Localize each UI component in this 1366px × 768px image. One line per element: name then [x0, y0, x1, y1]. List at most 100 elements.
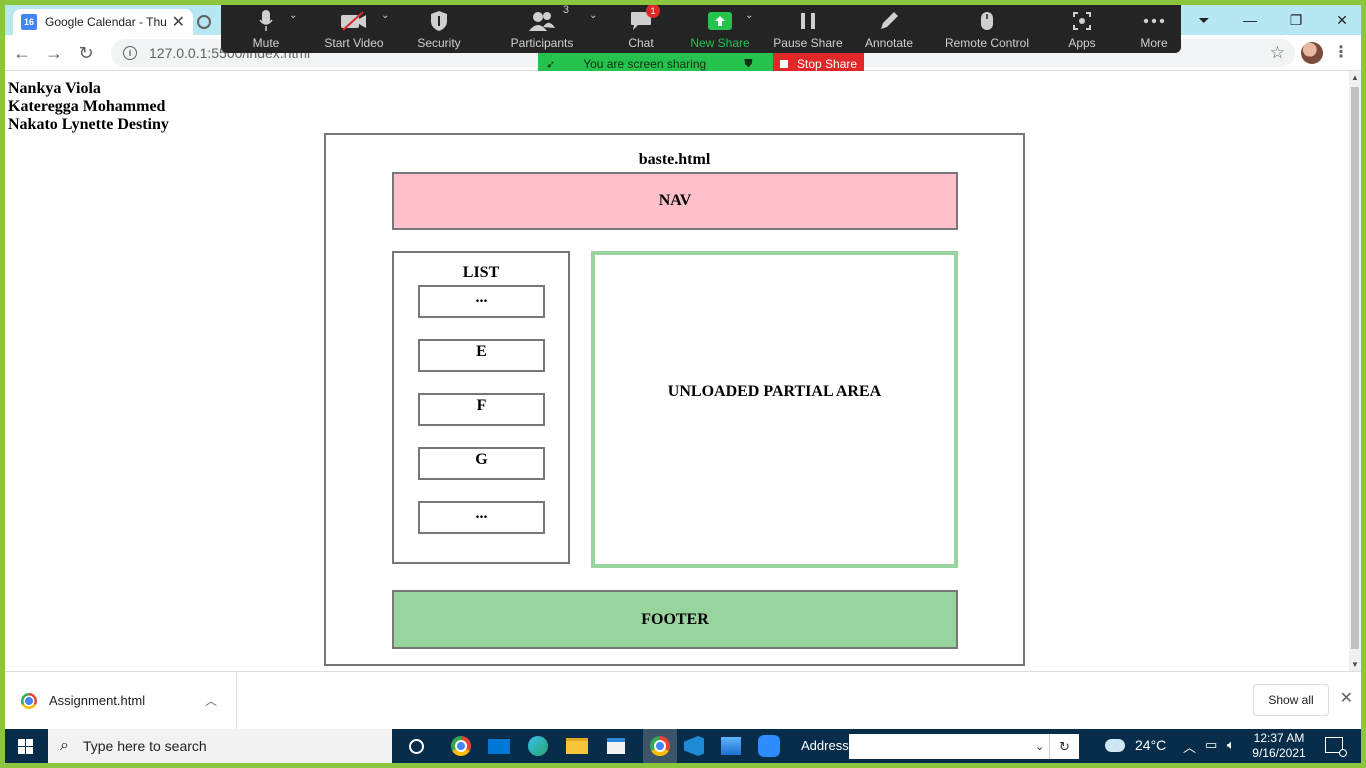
zoom-more-label: More	[1140, 36, 1168, 50]
zoom-mute-button[interactable]: Mute	[241, 5, 291, 53]
battery-icon[interactable]: ▭	[1205, 737, 1217, 753]
zoom-remote-control-button[interactable]: Remote Control	[937, 5, 1037, 53]
chevron-down-icon[interactable]: ⌄	[589, 10, 597, 21]
profile-dropdown-icon[interactable]: ⏷	[1181, 5, 1227, 35]
list-item: G	[418, 447, 545, 480]
taskbar-search-box[interactable]: ⌕ Type here to search	[48, 729, 392, 763]
zoom-apps-button[interactable]: Apps	[1057, 5, 1107, 53]
participants-count: 3	[562, 5, 569, 16]
info-icon[interactable]: i	[123, 46, 137, 60]
pencil-icon	[879, 10, 899, 32]
screen-sharing-text: You are screen sharing	[583, 57, 707, 71]
chrome-icon[interactable]	[449, 734, 473, 758]
student-name: Nankya Viola	[8, 80, 101, 97]
zoom-chat-button[interactable]: 1 Chat	[621, 5, 661, 53]
file-explorer-icon[interactable]	[565, 734, 589, 758]
zoom-remote-control-label: Remote Control	[944, 36, 1030, 50]
zoom-app-icon[interactable]	[757, 734, 781, 758]
video-off-icon	[340, 10, 368, 32]
edge-icon[interactable]	[526, 734, 550, 758]
chevron-down-icon[interactable]: ⌄	[381, 10, 389, 21]
zoom-share-toolbar: Mute ⌄ Start Video ⌄ Security 3 Particip…	[221, 5, 1181, 53]
clock-time: 12:37 AM	[1253, 731, 1305, 745]
list-box: LIST ... E F G ...	[392, 251, 570, 564]
stop-square-icon	[780, 60, 788, 68]
chevron-down-icon[interactable]: ⌄	[289, 10, 297, 21]
search-placeholder: Type here to search	[82, 738, 207, 754]
zoom-more-button[interactable]: More	[1129, 5, 1179, 53]
layout-diagram: baste.html NAV LIST ... E F G ... UNLOAD…	[324, 133, 1025, 666]
list-item: ...	[418, 285, 545, 318]
store-icon[interactable]	[604, 734, 628, 758]
bookmark-star-icon[interactable]: ☆	[1270, 43, 1285, 63]
list-item: E	[418, 339, 545, 372]
list-title: LIST	[462, 264, 500, 281]
close-icon[interactable]: ✕	[1340, 688, 1353, 708]
avatar[interactable]	[1301, 42, 1323, 64]
chevron-down-icon[interactable]: ⌄	[745, 10, 753, 21]
tab-close-icon[interactable]: ✕	[172, 12, 185, 32]
notification-icon[interactable]	[1325, 737, 1347, 757]
show-all-button[interactable]: Show all	[1253, 684, 1329, 716]
list-item: F	[418, 393, 545, 426]
close-window-button[interactable]: ✕	[1319, 5, 1361, 35]
zoom-participants-button[interactable]: 3 Participants	[507, 5, 577, 53]
chevron-down-icon[interactable]: ⌄	[1035, 740, 1044, 753]
windows-logo-icon	[17, 738, 33, 754]
download-filename: Assignment.html	[49, 693, 146, 708]
zoom-security-label: Security	[417, 36, 461, 50]
mail-icon[interactable]	[487, 734, 511, 758]
share-arrow-icon	[708, 10, 732, 32]
scroll-down-icon[interactable]: ▼	[1351, 660, 1359, 669]
list-item: ...	[418, 501, 545, 534]
zoom-start-video-button[interactable]: Start Video	[319, 5, 389, 53]
diagram-title: baste.html	[638, 151, 711, 168]
weather-widget[interactable]: 24°C	[1105, 737, 1166, 753]
page-scrollbar[interactable]: ▲ ▼	[1349, 71, 1361, 671]
scroll-up-icon[interactable]: ▲	[1351, 73, 1359, 82]
cloud-icon	[1105, 738, 1125, 752]
chevron-up-icon[interactable]: ︿	[1183, 737, 1196, 756]
student-names: Nankya Viola Kateregga Mohammed Nakato L…	[8, 80, 169, 134]
footer-box: FOOTER	[392, 590, 958, 649]
forward-arrow-icon[interactable]: →	[41, 41, 67, 65]
chrome-active-icon[interactable]	[643, 729, 677, 763]
windows-taskbar: ⌕ Type here to search Address ⌄ ↻ 24°C ︿…	[5, 729, 1361, 763]
zoom-mute-label: Mute	[252, 36, 280, 50]
desktop-screen: 16 Google Calendar - Thu ✕ ⏷ — ❐ ✕ ← → ↻…	[5, 5, 1361, 763]
tab-google-calendar[interactable]: 16 Google Calendar - Thu ✕	[13, 9, 193, 35]
cortana-icon[interactable]	[404, 734, 428, 758]
chat-icon: 1	[630, 5, 660, 32]
back-arrow-icon[interactable]: ←	[9, 41, 35, 65]
globe-icon	[197, 15, 211, 29]
search-icon: ⌕	[60, 737, 69, 754]
zoom-pause-share-button[interactable]: Pause Share	[773, 5, 843, 53]
scrollbar-thumb[interactable]	[1351, 87, 1359, 649]
stop-share-label: Stop Share	[797, 57, 858, 71]
chevron-up-icon[interactable]: ︿	[205, 692, 217, 709]
minimize-button[interactable]: —	[1227, 5, 1273, 35]
temperature: 24°C	[1135, 737, 1167, 753]
clock-date: 9/16/2021	[1252, 746, 1306, 760]
zoom-apps-label: Apps	[1068, 36, 1096, 50]
refresh-icon[interactable]: ↻	[1049, 734, 1079, 759]
restore-button[interactable]: ❐	[1273, 5, 1319, 35]
volume-icon[interactable]: 🔈︎	[1227, 737, 1235, 753]
zoom-annotate-button[interactable]: Annotate	[857, 5, 921, 53]
taskbar-address-input[interactable]: ⌄ ↻	[849, 734, 1079, 759]
reload-icon[interactable]: ↻	[73, 41, 99, 65]
apps-icon	[1072, 10, 1092, 32]
kebab-menu-icon[interactable]: ⋮	[1333, 42, 1349, 62]
system-clock[interactable]: 12:37 AM 9/16/2021	[1249, 731, 1309, 761]
photos-icon[interactable]	[719, 734, 743, 758]
tab-localhost[interactable]	[197, 9, 223, 35]
start-button[interactable]	[5, 729, 45, 763]
zoom-participants-label: Participants	[510, 36, 574, 50]
download-item[interactable]: Assignment.html ︿	[5, 672, 237, 729]
chat-badge: 1	[646, 5, 660, 18]
zoom-security-button[interactable]: Security	[409, 5, 469, 53]
zoom-chat-label: Chat	[628, 36, 654, 50]
participants-icon: 3	[529, 5, 569, 32]
calendar-favicon-icon: 16	[21, 14, 37, 30]
vscode-icon[interactable]	[682, 734, 706, 758]
